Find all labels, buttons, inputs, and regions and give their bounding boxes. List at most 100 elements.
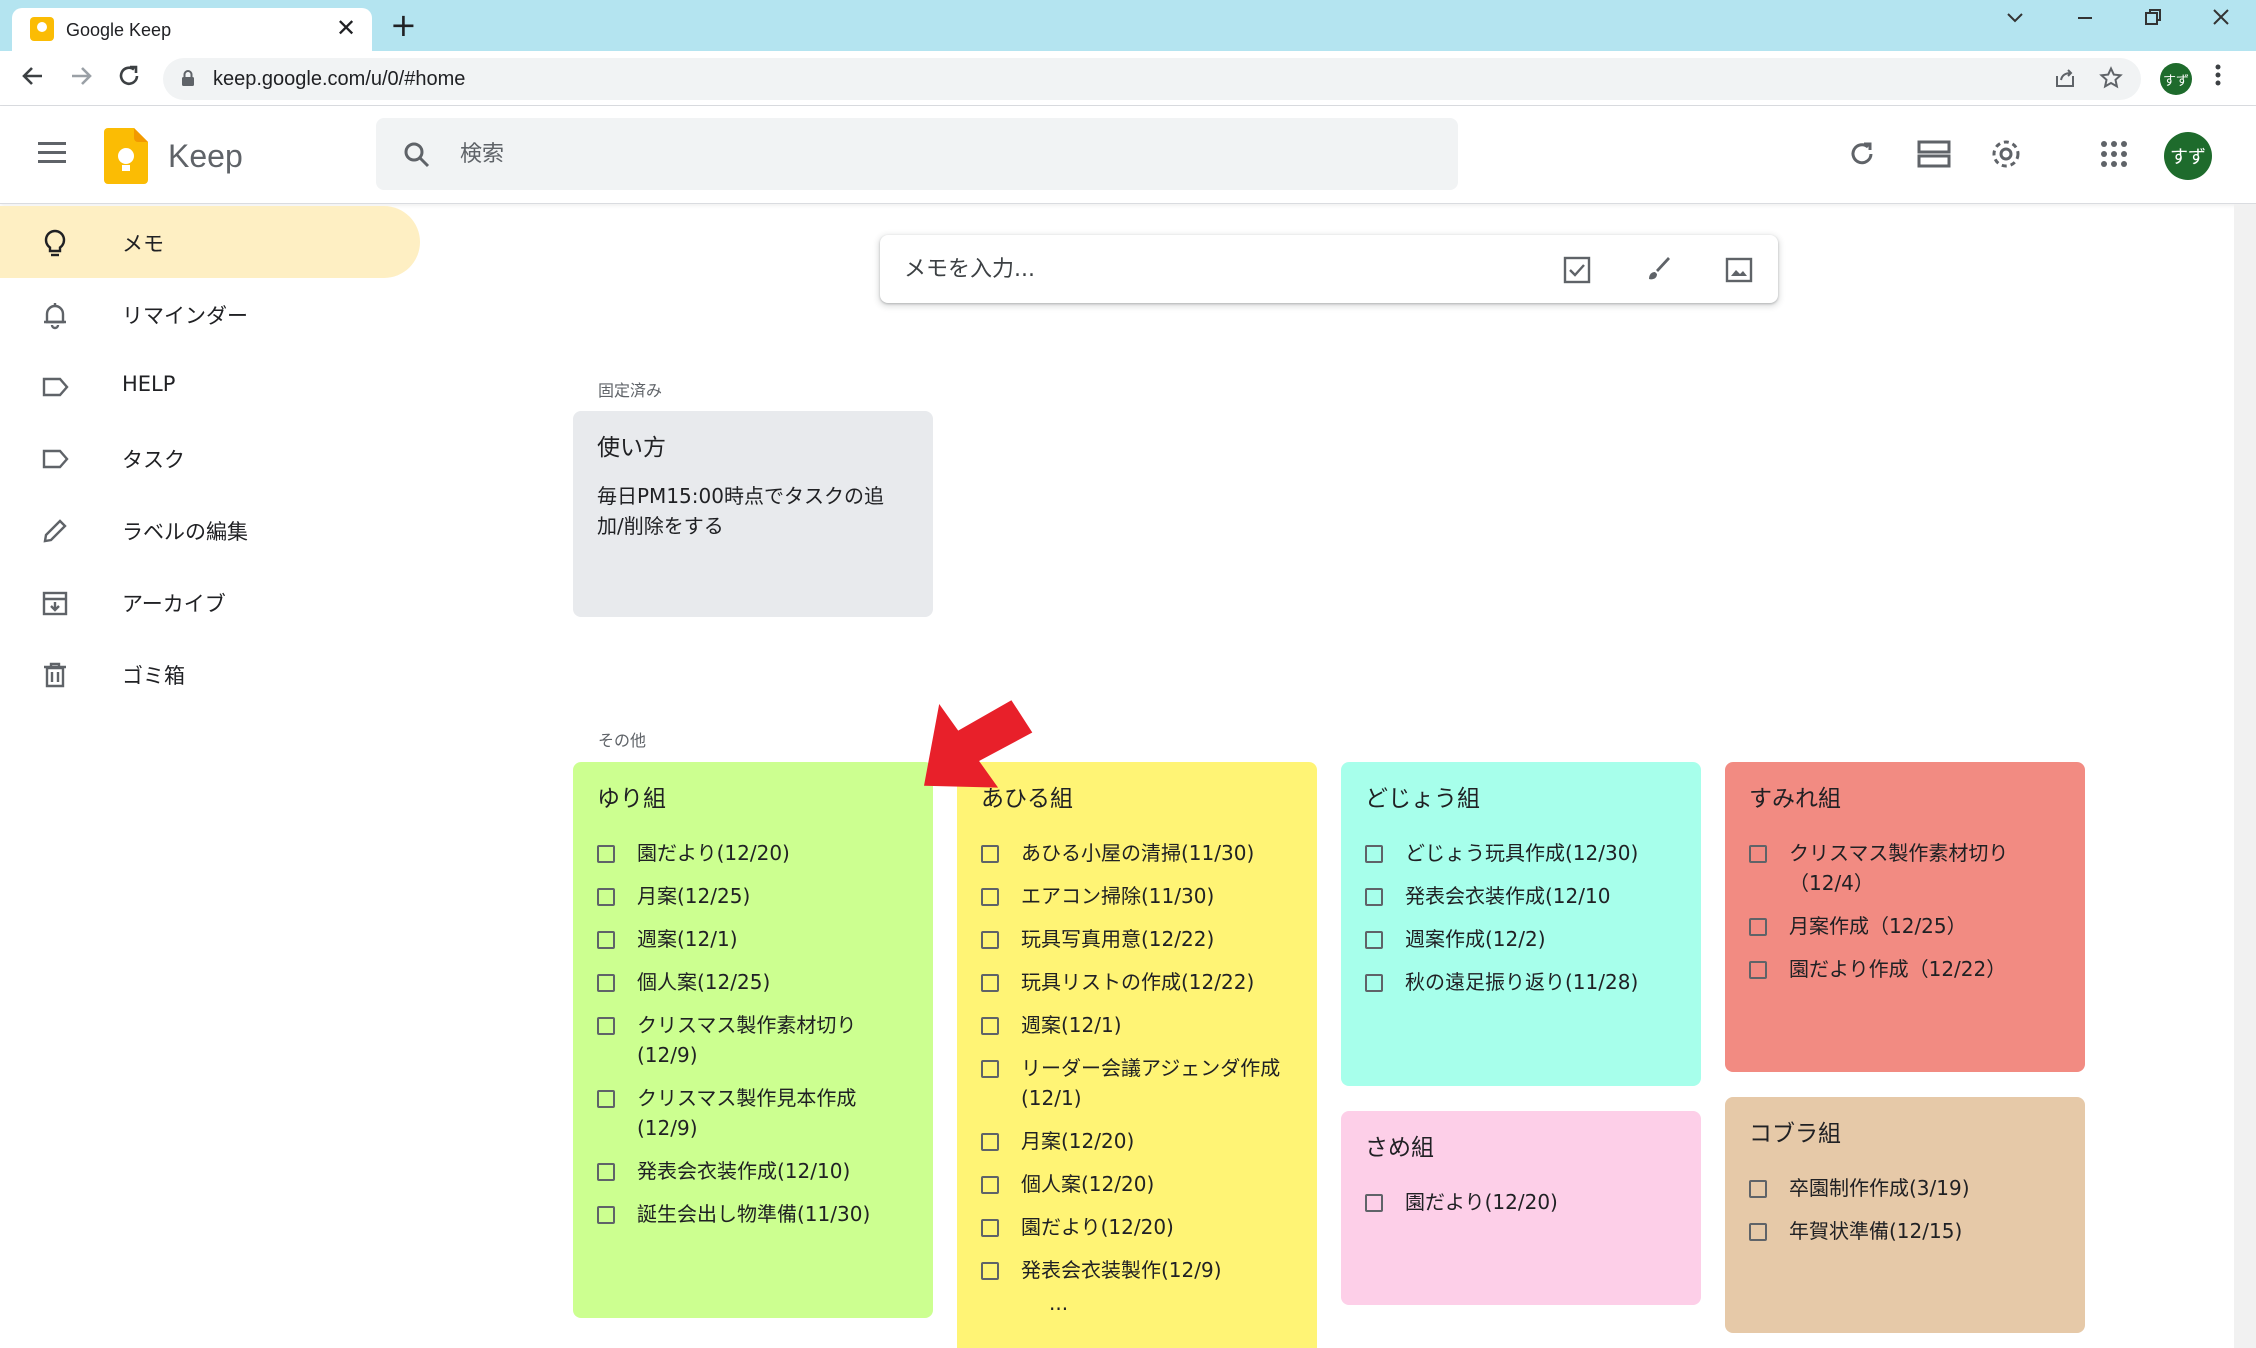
sidebar-item-notes[interactable]: メモ bbox=[0, 206, 420, 278]
checklist-item-text: 発表会衣装製作(12/9) bbox=[1021, 1258, 1222, 1282]
checkbox[interactable] bbox=[981, 974, 999, 992]
note-card-yuri[interactable]: ゆり組 園だより(12/20) 月案(12/25) 週案(12/1) 個人案(1… bbox=[573, 762, 933, 1318]
close-window-icon[interactable] bbox=[2210, 6, 2232, 34]
checklist-item-text: エアコン掃除(11/30) bbox=[1021, 884, 1215, 908]
sidebar-item-label: タスク bbox=[122, 448, 185, 472]
checkbox[interactable] bbox=[1749, 1223, 1767, 1241]
sidebar-item-help[interactable]: HELP bbox=[0, 350, 420, 422]
search-input[interactable] bbox=[458, 136, 1358, 172]
checklist-item-text: 月案(12/20) bbox=[1021, 1129, 1135, 1153]
sidebar-item-label: ラベルの編集 bbox=[122, 520, 248, 544]
checklist-item-text: 園だより(12/20) bbox=[1405, 1190, 1558, 1214]
tab-search-chevron-icon[interactable] bbox=[2004, 6, 2026, 34]
checkbox[interactable] bbox=[981, 1262, 999, 1280]
sidebar-item-reminders[interactable]: リマインダー bbox=[0, 278, 420, 350]
checkbox[interactable] bbox=[981, 1176, 999, 1194]
checkbox[interactable] bbox=[981, 1017, 999, 1035]
checklist-item-text: 週案(12/1) bbox=[637, 927, 738, 951]
checklist-item-text: 発表会衣装作成(12/10) bbox=[637, 1159, 851, 1183]
main-menu-icon[interactable] bbox=[38, 142, 66, 164]
checkbox[interactable] bbox=[1365, 931, 1383, 949]
restore-icon[interactable] bbox=[2142, 6, 2164, 34]
checkbox[interactable] bbox=[981, 931, 999, 949]
chrome-profile-avatar[interactable]: すず bbox=[2160, 63, 2192, 95]
checkbox[interactable] bbox=[1365, 1194, 1383, 1212]
checkbox[interactable] bbox=[981, 1133, 999, 1151]
share-icon[interactable] bbox=[2053, 66, 2077, 96]
new-drawing-brush-icon[interactable] bbox=[1644, 255, 1674, 285]
sidebar-item-label: リマインダー bbox=[122, 304, 248, 328]
checklist-item: 週案(12/1) bbox=[981, 1010, 1293, 1040]
checklist-item-text: 個人案(12/25) bbox=[637, 970, 771, 994]
checklist-item: 発表会衣装製作(12/9) bbox=[981, 1255, 1293, 1285]
new-list-checkbox-icon[interactable] bbox=[1562, 255, 1592, 285]
list-view-icon[interactable] bbox=[1916, 136, 1952, 172]
forward-arrow-icon[interactable] bbox=[68, 63, 94, 95]
label-icon bbox=[42, 449, 69, 469]
checklist-item-text: 卒園制作作成(3/19) bbox=[1789, 1176, 1970, 1200]
chrome-menu-icon[interactable] bbox=[2214, 62, 2222, 95]
checklist-item: どじょう玩具作成(12/30) bbox=[1365, 838, 1677, 868]
browser-tab[interactable]: Google Keep ✕ bbox=[12, 8, 372, 51]
back-arrow-icon[interactable] bbox=[20, 63, 46, 95]
checklist-item: 週案(12/1) bbox=[597, 924, 909, 954]
checklist-item: 月案(12/25) bbox=[597, 881, 909, 911]
checklist-item: あひる小屋の清掃(11/30) bbox=[981, 838, 1293, 868]
checkbox[interactable] bbox=[597, 931, 615, 949]
checkbox[interactable] bbox=[597, 1206, 615, 1224]
checkbox[interactable] bbox=[1749, 845, 1767, 863]
note-card-ahiru[interactable]: あひる組 あひる小屋の清掃(11/30) エアコン掃除(11/30) 玩具写真用… bbox=[957, 762, 1317, 1348]
checklist-item: 園だより(12/20) bbox=[1365, 1187, 1677, 1217]
url-omnibox[interactable]: keep.google.com/u/0/#home bbox=[163, 58, 2141, 100]
sidebar-item-edit-labels[interactable]: ラベルの編集 bbox=[0, 494, 420, 566]
note-card-same[interactable]: さめ組 園だより(12/20) bbox=[1341, 1111, 1701, 1305]
checkbox[interactable] bbox=[597, 1017, 615, 1035]
checkbox[interactable] bbox=[597, 1163, 615, 1181]
checkbox[interactable] bbox=[597, 974, 615, 992]
take-note-bar[interactable] bbox=[880, 235, 1778, 303]
checkbox[interactable] bbox=[981, 1219, 999, 1237]
note-card-usage[interactable]: 使い方 毎日PM15:00時点でタスクの追加/削除をする bbox=[573, 411, 933, 617]
note-title: さめ組 bbox=[1365, 1135, 1434, 1161]
user-avatar[interactable]: すず bbox=[2164, 132, 2212, 180]
checkbox[interactable] bbox=[597, 888, 615, 906]
checklist-item-text: 秋の遠足振り返り(11/28) bbox=[1405, 970, 1639, 994]
checkbox[interactable] bbox=[1749, 1180, 1767, 1198]
checklist-item: 年賀状準備(12/15) bbox=[1749, 1216, 2061, 1246]
scrollbar[interactable] bbox=[2234, 204, 2256, 1348]
sidebar-item-archive[interactable]: アーカイブ bbox=[0, 566, 420, 638]
google-apps-icon[interactable] bbox=[2096, 136, 2132, 172]
close-tab-icon[interactable]: ✕ bbox=[336, 16, 356, 40]
new-tab-icon[interactable]: + bbox=[390, 8, 417, 42]
checkbox[interactable] bbox=[1365, 845, 1383, 863]
pinned-section-label: 固定済み bbox=[598, 381, 663, 400]
search-bar[interactable] bbox=[376, 118, 1458, 190]
bookmark-star-icon[interactable] bbox=[2099, 66, 2123, 96]
note-card-dojou[interactable]: どじょう組 どじょう玩具作成(12/30) 発表会衣装作成(12/10 週案作成… bbox=[1341, 762, 1701, 1086]
lock-icon[interactable] bbox=[181, 70, 195, 86]
checkbox[interactable] bbox=[1749, 918, 1767, 936]
checkbox[interactable] bbox=[981, 1060, 999, 1078]
checkbox[interactable] bbox=[597, 1090, 615, 1108]
checklist-item: 秋の遠足振り返り(11/28) bbox=[1365, 967, 1677, 997]
search-icon[interactable] bbox=[402, 140, 432, 170]
checkbox[interactable] bbox=[981, 888, 999, 906]
checkbox[interactable] bbox=[1365, 888, 1383, 906]
checkbox[interactable] bbox=[597, 845, 615, 863]
take-note-input[interactable] bbox=[902, 251, 1502, 287]
refresh-icon[interactable] bbox=[1844, 136, 1880, 172]
note-card-sumire[interactable]: すみれ組 クリスマス製作素材切り（12/4） 月案作成（12/25） 園だより作… bbox=[1725, 762, 2085, 1072]
new-image-icon[interactable] bbox=[1724, 255, 1754, 285]
reload-icon[interactable] bbox=[116, 63, 142, 95]
checklist-item-text: 個人案(12/20) bbox=[1021, 1172, 1155, 1196]
checkbox[interactable] bbox=[1749, 961, 1767, 979]
checklist-item: 週案作成(12/2) bbox=[1365, 924, 1677, 954]
minimize-icon[interactable] bbox=[2074, 6, 2096, 34]
sidebar-item-tasks[interactable]: タスク bbox=[0, 422, 420, 494]
checkbox[interactable] bbox=[1365, 974, 1383, 992]
sidebar-item-trash[interactable]: ゴミ箱 bbox=[0, 638, 420, 710]
settings-gear-icon[interactable] bbox=[1988, 136, 2024, 172]
note-card-kobura[interactable]: コブラ組 卒園制作作成(3/19) 年賀状準備(12/15) bbox=[1725, 1097, 2085, 1333]
checklist-item-text: 週案(12/1) bbox=[1021, 1013, 1122, 1037]
checkbox[interactable] bbox=[981, 845, 999, 863]
